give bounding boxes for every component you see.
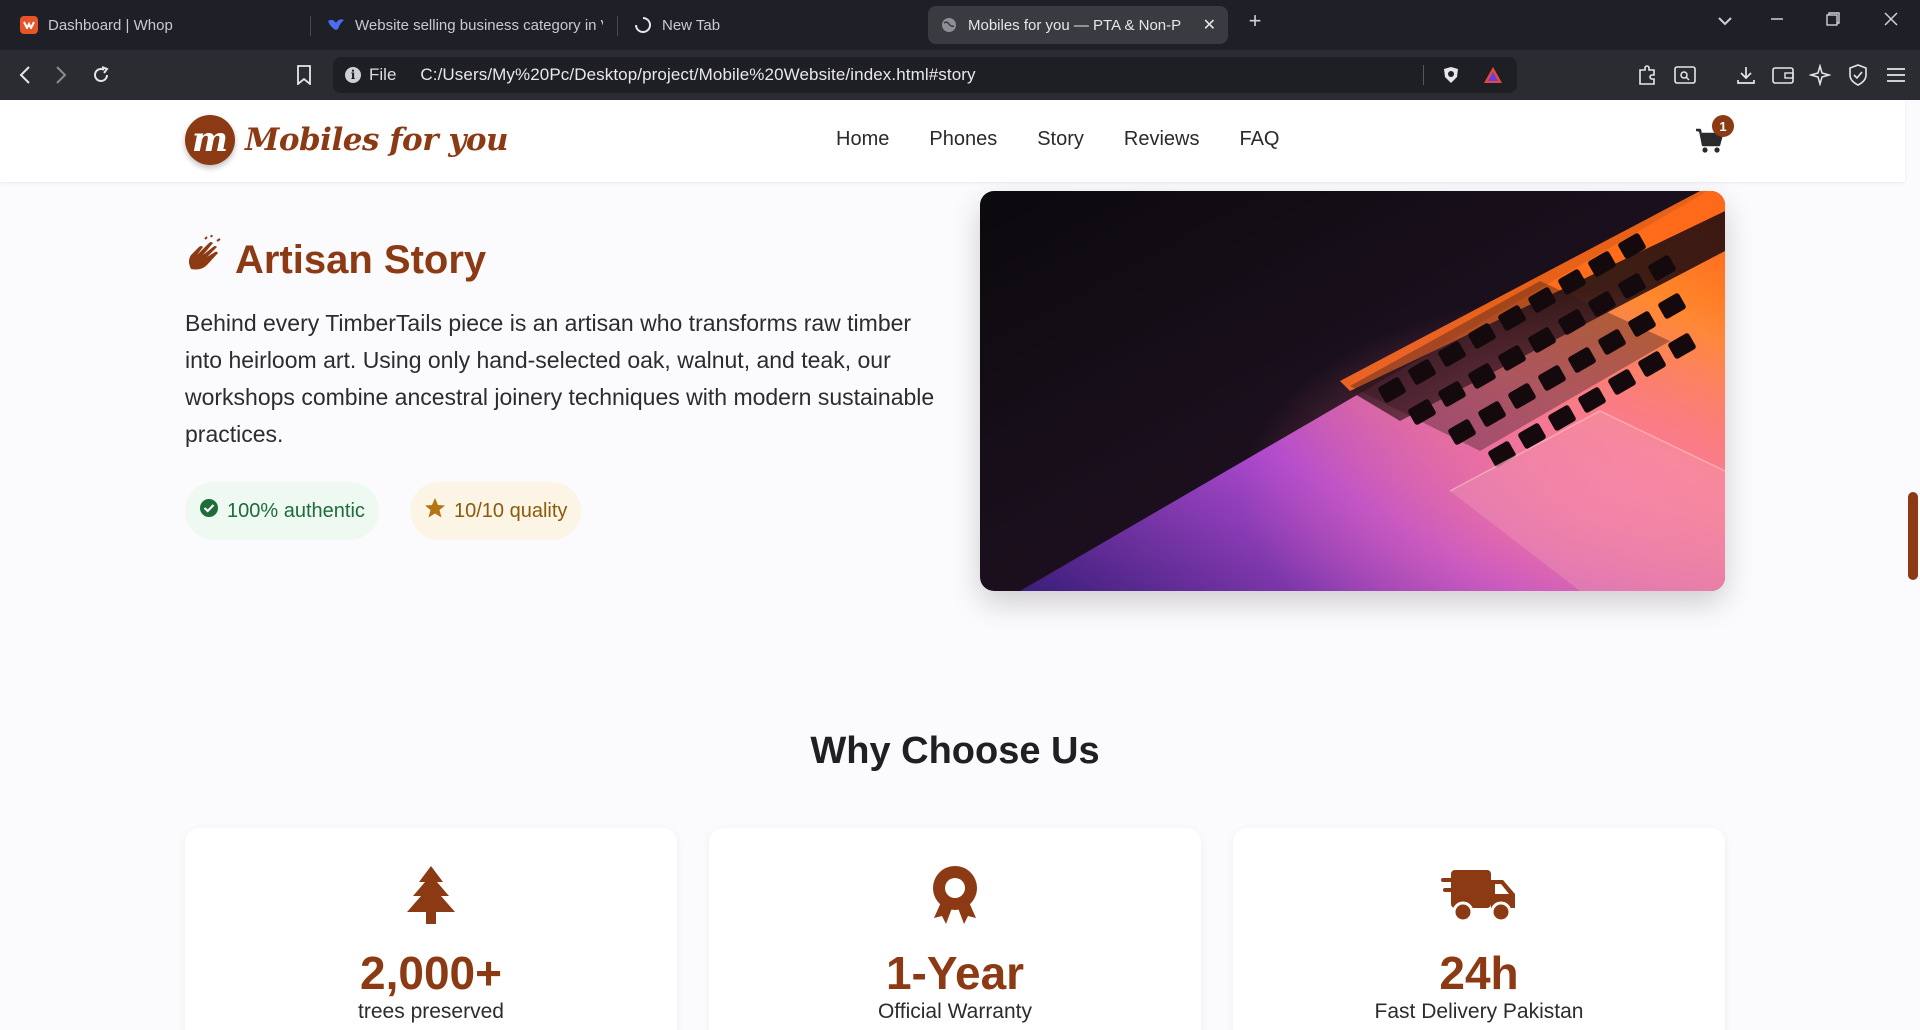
stat-card-trees: 2,000+ trees preserved bbox=[185, 828, 677, 1030]
vpn-icon[interactable] bbox=[1845, 62, 1871, 88]
truck-icon bbox=[1233, 864, 1725, 926]
leo-ai-icon[interactable] bbox=[1807, 62, 1833, 88]
browser-tab-strip: Dashboard | Whop Website selling busines… bbox=[0, 0, 1920, 50]
why-heading: Why Choose Us bbox=[810, 730, 1100, 772]
brave-rewards-icon[interactable] bbox=[1483, 66, 1503, 89]
loading-icon bbox=[634, 16, 652, 34]
cart-button[interactable]: 1 bbox=[1695, 115, 1735, 160]
url-text[interactable]: C:/Users/My%20Pc/Desktop/project/Mobile%… bbox=[420, 65, 975, 85]
stat-value: 1-Year bbox=[885, 947, 1025, 999]
close-icon[interactable]: ✕ bbox=[1203, 15, 1216, 35]
wallet-icon[interactable] bbox=[1770, 62, 1796, 88]
restore-icon[interactable] bbox=[1818, 10, 1848, 31]
stat-value: 2,000+ bbox=[360, 947, 502, 999]
url-divider bbox=[1423, 65, 1424, 85]
stat-card-delivery: 24h Fast Delivery Pakistan bbox=[1233, 828, 1725, 1030]
quality-badge: 10/10 quality bbox=[410, 482, 582, 540]
authentic-badge-label: 100% authentic bbox=[227, 499, 365, 522]
hands-icon bbox=[185, 234, 225, 285]
story-body: Behind every TimberTails piece is an art… bbox=[185, 310, 935, 447]
url-scheme: File bbox=[369, 65, 397, 84]
minimize-icon[interactable] bbox=[1762, 10, 1792, 31]
stat-label: Official Warranty bbox=[877, 1000, 1033, 1023]
back-icon[interactable] bbox=[12, 62, 38, 88]
logo-badge: m bbox=[185, 115, 235, 165]
tab-new-tab[interactable]: New Tab bbox=[622, 6, 922, 44]
scrollbar-thumb[interactable] bbox=[1908, 492, 1918, 580]
main-nav: Home Phones Story Reviews FAQ bbox=[836, 128, 1279, 151]
browser-toolbar: i File C:/Users/My%20Pc/Desktop/project/… bbox=[0, 50, 1920, 100]
tab-title: Dashboard | Whop bbox=[48, 16, 173, 34]
close-window-icon[interactable] bbox=[1876, 10, 1906, 31]
tab-title: New Tab bbox=[662, 16, 721, 34]
authentic-badge: 100% authentic bbox=[185, 482, 379, 540]
chevron-down-icon[interactable] bbox=[1710, 10, 1740, 31]
story-laptop-image bbox=[980, 191, 1725, 591]
extensions-icon[interactable] bbox=[1634, 62, 1660, 88]
nav-story[interactable]: Story bbox=[1037, 128, 1084, 151]
story-heading: Artisan Story bbox=[185, 234, 487, 285]
reader-icon[interactable] bbox=[1672, 62, 1698, 88]
forward-icon[interactable] bbox=[48, 62, 74, 88]
award-icon bbox=[709, 864, 1201, 926]
address-bar[interactable]: i File C:/Users/My%20Pc/Desktop/project/… bbox=[333, 57, 1517, 93]
new-tab-button[interactable]: + bbox=[1240, 8, 1270, 34]
tab-dashboard-whop[interactable]: Dashboard | Whop bbox=[8, 6, 308, 44]
site-header: m Mobiles for you Home Phones Story Revi… bbox=[0, 100, 1905, 182]
stat-value: 24h bbox=[1439, 947, 1519, 999]
reload-icon[interactable] bbox=[88, 62, 114, 88]
check-circle-icon bbox=[199, 498, 219, 524]
menu-icon[interactable] bbox=[1883, 62, 1909, 88]
star-icon bbox=[424, 497, 446, 525]
quality-badge-label: 10/10 quality bbox=[454, 499, 568, 522]
whop-icon bbox=[20, 16, 38, 34]
bird-icon bbox=[327, 16, 345, 34]
tab-divider bbox=[617, 16, 618, 36]
site-logo[interactable]: m Mobiles for you bbox=[185, 115, 509, 165]
globe-icon bbox=[940, 16, 958, 34]
nav-faq[interactable]: FAQ bbox=[1239, 128, 1279, 151]
story-title: Artisan Story bbox=[235, 237, 487, 282]
tree-icon bbox=[185, 864, 677, 926]
brave-shield-icon[interactable] bbox=[1443, 66, 1459, 89]
info-icon[interactable]: i bbox=[345, 67, 361, 83]
tab-title: Website selling business category in V bbox=[355, 16, 603, 34]
tab-mobiles-for-you[interactable]: Mobiles for you — PTA & Non-P ✕ bbox=[928, 6, 1228, 44]
stat-label: trees preserved bbox=[358, 1000, 504, 1023]
bookmark-icon[interactable] bbox=[291, 62, 317, 88]
nav-phones[interactable]: Phones bbox=[929, 128, 997, 151]
nav-home[interactable]: Home bbox=[836, 128, 889, 151]
tab-title: Mobiles for you — PTA & Non-P bbox=[968, 16, 1182, 34]
cart-count-badge: 1 bbox=[1712, 115, 1734, 137]
tab-divider bbox=[310, 16, 311, 36]
nav-reviews[interactable]: Reviews bbox=[1124, 128, 1200, 151]
stat-label: Fast Delivery Pakistan bbox=[1374, 1000, 1584, 1023]
download-icon[interactable] bbox=[1733, 62, 1759, 88]
tab-website-selling[interactable]: Website selling business category in V bbox=[315, 6, 615, 44]
laptop-keyboard-photo bbox=[980, 191, 1725, 591]
stat-card-warranty: 1-Year Official Warranty bbox=[709, 828, 1201, 1030]
logo-text: Mobiles for you bbox=[245, 122, 509, 158]
